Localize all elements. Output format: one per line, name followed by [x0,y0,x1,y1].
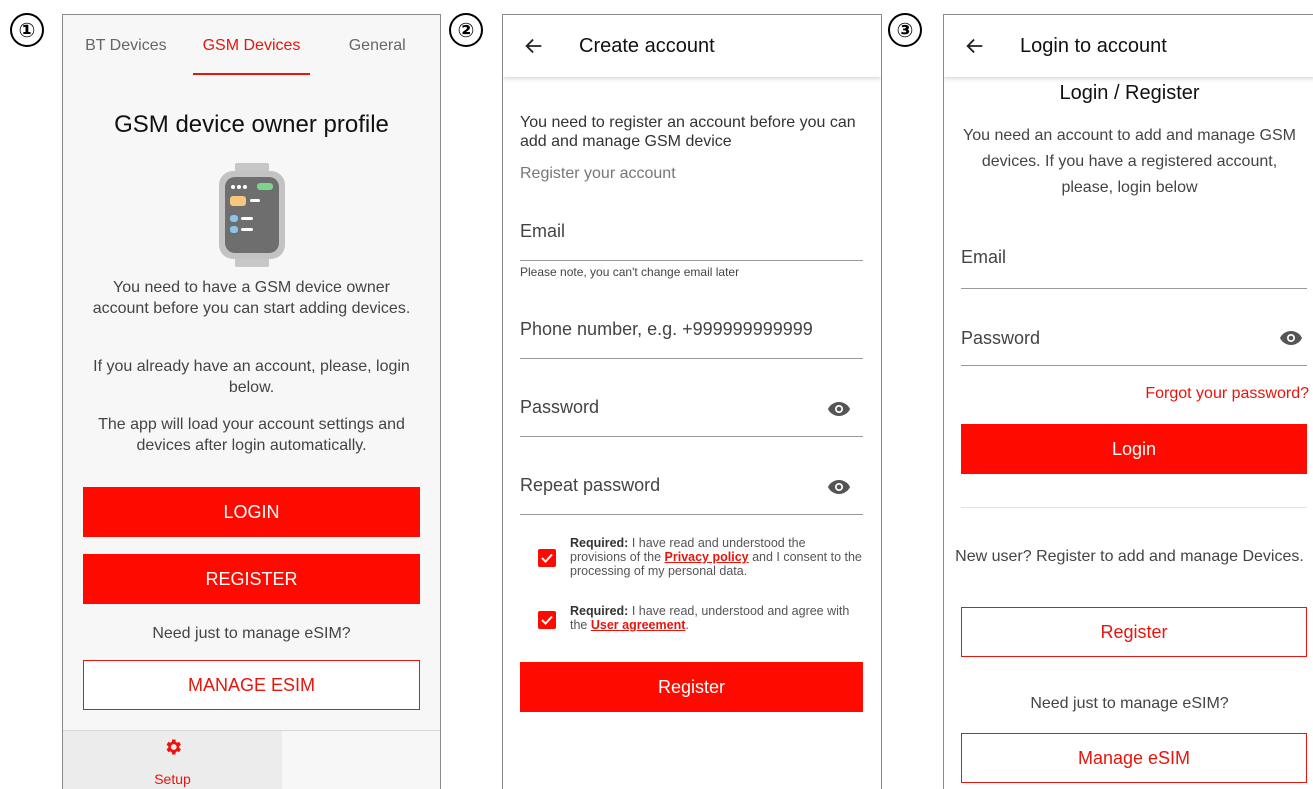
esim-prompt: Need just to manage eSIM? [152,625,351,642]
show-repeat-password-icon[interactable] [827,479,851,495]
password-field-label: Password [961,328,1041,348]
step-marker-1: ① [10,13,44,47]
login-intro-text: You need an account to add and manage GS… [963,127,1296,196]
back-arrow-icon[interactable] [523,35,545,57]
agreement-consent-checkbox[interactable] [538,611,556,629]
step-marker-2: ② [449,13,483,47]
register-subheading: Register your account [520,165,676,182]
consent-text-end: . [685,618,689,632]
password-field[interactable]: Password [520,387,863,437]
register-button[interactable]: Register [520,662,863,712]
gear-icon [166,739,181,755]
tab-general[interactable]: General [314,15,440,75]
repeat-password-field[interactable]: Repeat password [520,465,863,515]
login-register-heading: Login / Register [1059,82,1200,104]
app-bar: Create account [503,15,881,77]
step-marker-3: ③ [888,13,922,47]
login-hint-text: If you already have an account, please, … [93,358,410,396]
device-owner-profile-screen: BT Devices GSM Devices General GSM devic… [62,14,441,789]
privacy-policy-link[interactable]: Privacy policy [665,550,749,564]
bottom-navigation: Setup [63,730,440,789]
back-arrow-icon[interactable] [964,35,986,57]
manage-esim-button[interactable]: Manage eSIM [961,733,1307,783]
page-title: Create account [579,35,715,57]
required-label: Required: [570,536,629,550]
page-title: Login to account [1020,35,1167,57]
nav-item-setup-label: Setup [154,771,191,787]
privacy-consent-text: Required: I have read and understood the… [570,536,863,578]
login-button[interactable]: Login [961,424,1307,474]
owner-account-text: You need to have a GSM device owner acco… [92,279,411,317]
email-field-label: Email [520,221,566,241]
section-divider [961,507,1307,508]
email-hint: Please note, you can't change email late… [520,265,740,279]
show-password-icon[interactable] [827,401,851,417]
required-label: Required: [570,604,629,618]
register-button[interactable]: REGISTER [83,554,420,604]
check-icon [541,553,553,563]
phone-field[interactable]: Phone number, e.g. +999999999999 [520,309,863,359]
auto-load-text: The app will load your account settings … [98,416,405,454]
login-account-screen: Login to account Login / Register You ne… [943,14,1313,789]
esim-prompt: Need just to manage eSIM? [1030,695,1229,712]
login-button[interactable]: LOGIN [83,487,420,537]
phone-field-label: Phone number, e.g. +999999999999 [520,319,813,339]
page-title: GSM device owner profile [114,111,389,138]
repeat-password-field-label: Repeat password [520,475,661,495]
smartwatch-icon [219,163,285,267]
tab-gsm-devices[interactable]: GSM Devices [189,15,315,75]
email-field[interactable]: Email [520,211,863,261]
create-account-screen: Create account You need to register an a… [502,14,882,789]
forgot-password-link[interactable]: Forgot your password? [1145,385,1309,403]
email-field[interactable]: Email [961,237,1307,289]
show-password-icon[interactable] [1279,330,1303,346]
password-field-label: Password [520,397,600,417]
password-field[interactable]: Password [961,314,1307,366]
email-field-label: Email [961,247,1007,267]
manage-esim-button[interactable]: MANAGE ESIM [83,660,420,710]
agreement-consent-text: Required: I have read, understood and ag… [570,604,863,632]
register-button[interactable]: Register [961,607,1307,657]
tab-bt-devices[interactable]: BT Devices [63,15,189,75]
app-bar: Login to account [944,15,1313,77]
privacy-consent-checkbox[interactable] [538,549,556,567]
register-intro-text: You need to register an account before y… [520,114,856,150]
tab-bar: BT Devices GSM Devices General [63,15,440,75]
nav-item-setup[interactable]: Setup [63,731,282,789]
new-user-text: New user? Register to add and manage Dev… [955,548,1304,565]
user-agreement-link[interactable]: User agreement [591,618,686,632]
check-icon [541,615,553,625]
